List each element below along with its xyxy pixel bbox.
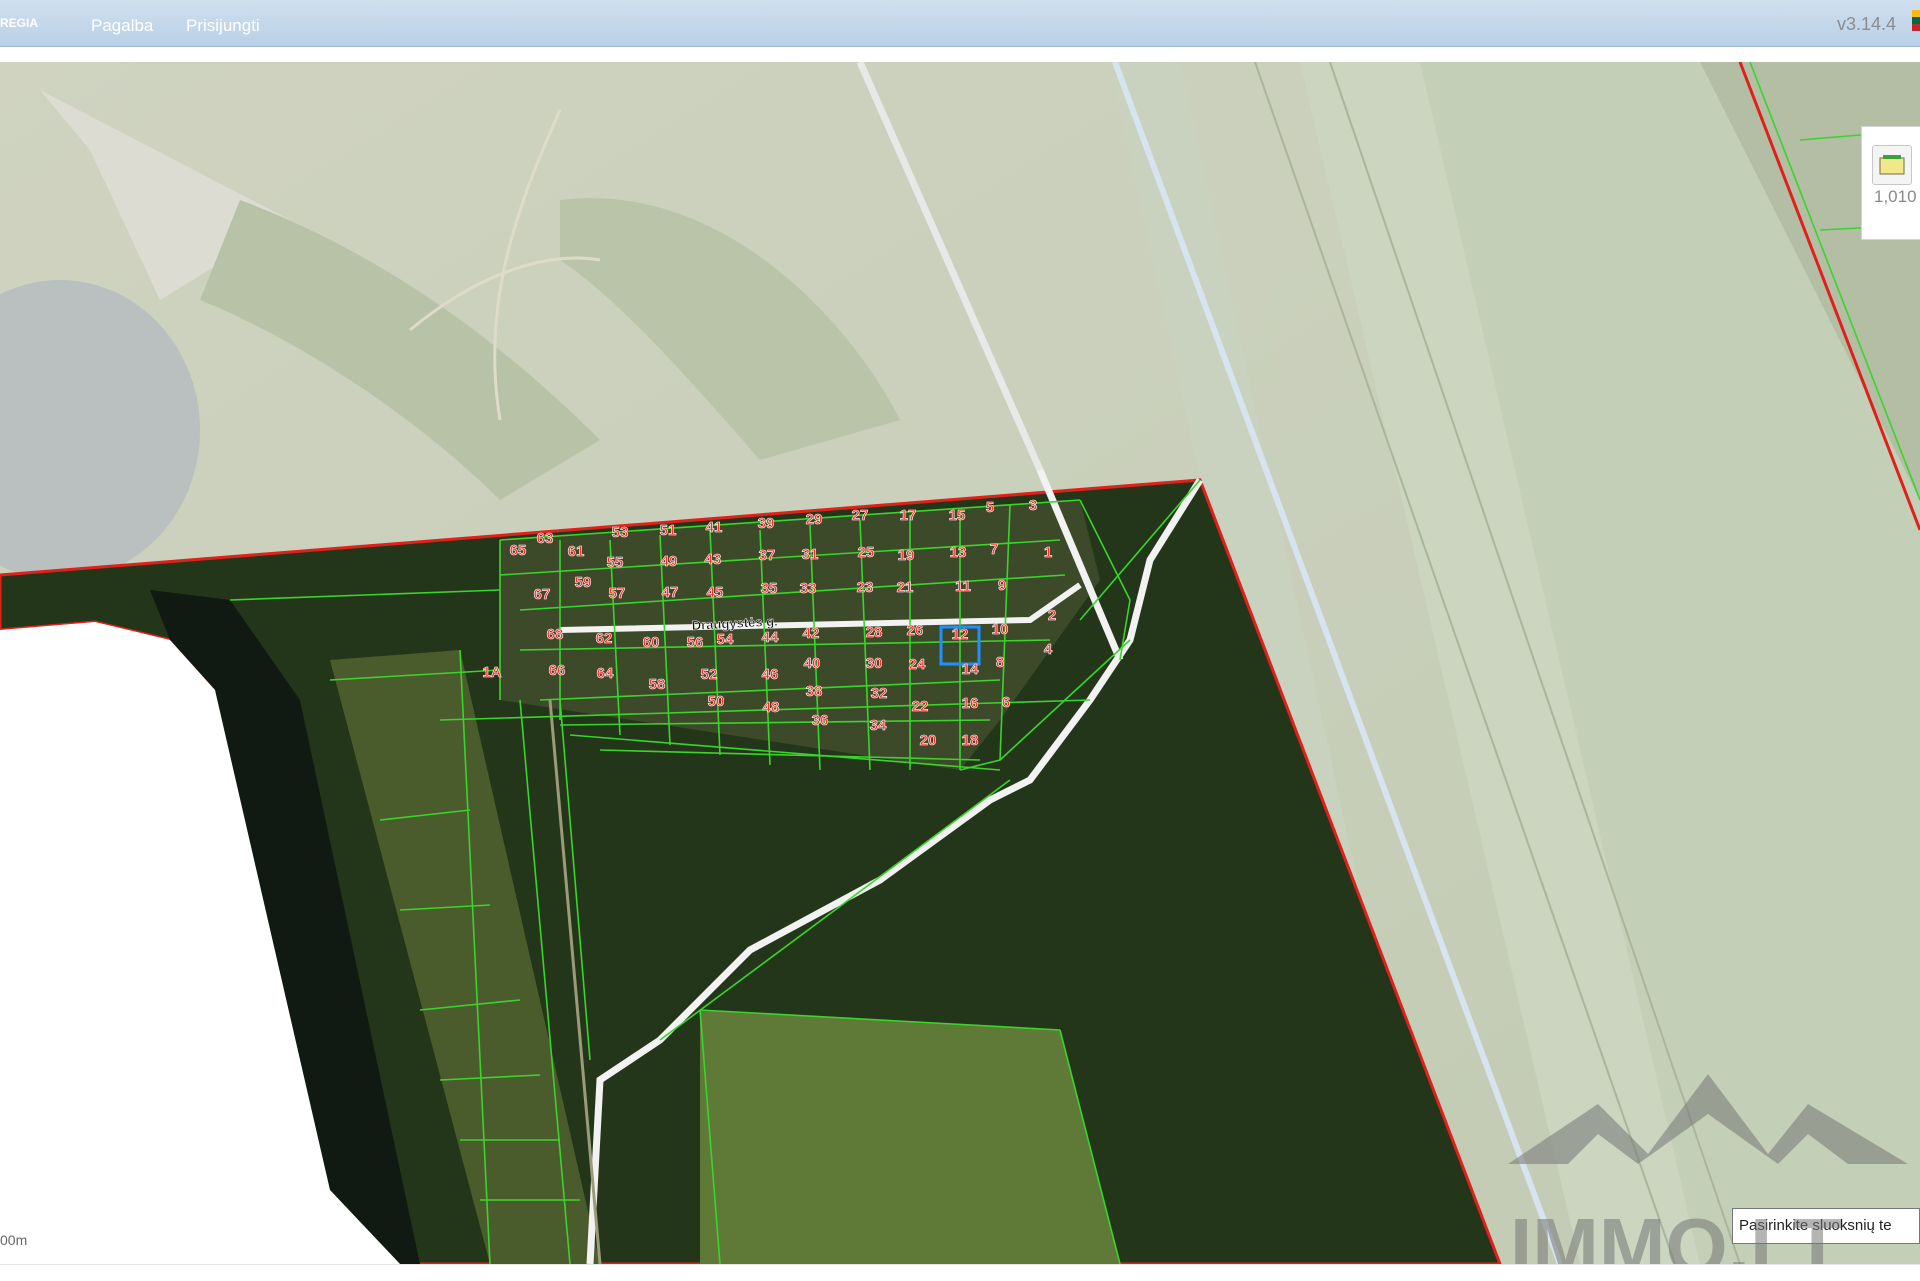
layer-panel: 1,010 (1861, 126, 1920, 240)
layers-icon (1879, 155, 1905, 175)
nav-help-link[interactable]: Pagalba (91, 16, 153, 36)
plot-number-3[interactable]: 3 (1029, 497, 1038, 515)
plot-number-53[interactable]: 53 (611, 524, 629, 542)
plot-number-2[interactable]: 2 (1048, 607, 1057, 625)
plot-number-43[interactable]: 43 (704, 551, 722, 569)
plot-number-30[interactable]: 30 (865, 655, 883, 673)
plot-number-42[interactable]: 42 (802, 625, 820, 643)
flag-stripe (1912, 17, 1920, 24)
plot-number-1[interactable]: 1 (1044, 544, 1053, 562)
map-canvas[interactable]: 1 2 3 4 5 6 7 8 9 10 11 12 13 14 15 16 17 18 19 20 21 22 23 24 2… (0, 62, 1920, 1264)
status-bar (0, 1264, 1920, 1281)
plot-number-55[interactable]: 55 (606, 554, 624, 572)
plot-number-54[interactable]: 54 (716, 631, 734, 649)
plot-number-18[interactable]: 18 (961, 732, 979, 750)
plot-number-41[interactable]: 41 (705, 519, 723, 537)
plot-number-6[interactable]: 6 (1002, 694, 1011, 712)
plot-number-1a[interactable]: 1A (482, 664, 502, 682)
layers-button[interactable] (1872, 145, 1912, 185)
app-header: REGIA Pagalba Prisijungti v3.14.4 (0, 0, 1920, 47)
plot-number-48[interactable]: 48 (762, 699, 780, 717)
plot-number-51[interactable]: 51 (659, 522, 677, 540)
plot-number-65[interactable]: 65 (509, 542, 527, 560)
toolbar-strip (0, 47, 1920, 62)
plot-number-36[interactable]: 36 (811, 712, 829, 730)
plot-number-60[interactable]: 60 (642, 634, 660, 652)
plot-number-8[interactable]: 8 (996, 654, 1005, 672)
plot-number-59[interactable]: 59 (574, 574, 592, 592)
plot-number-29[interactable]: 29 (805, 511, 823, 529)
plot-number-52[interactable]: 52 (700, 666, 718, 684)
plot-number-47[interactable]: 47 (661, 584, 679, 602)
plot-number-10[interactable]: 10 (991, 621, 1009, 639)
plot-number-62[interactable]: 62 (595, 630, 613, 648)
plot-number-68[interactable]: 68 (546, 626, 564, 644)
plot-number-49[interactable]: 49 (660, 553, 678, 571)
plot-number-9[interactable]: 9 (998, 577, 1007, 595)
plot-number-24[interactable]: 24 (908, 656, 926, 674)
plot-number-31[interactable]: 31 (801, 546, 819, 564)
flag-stripe (1912, 10, 1920, 17)
plot-number-46[interactable]: 46 (761, 666, 779, 684)
layer-count: 1,010 (1874, 187, 1917, 206)
plot-number-20[interactable]: 20 (919, 732, 937, 750)
version-label: v3.14.4 (1836, 14, 1896, 34)
plot-number-5[interactable]: 5 (986, 499, 995, 517)
field-south (700, 1010, 1120, 1264)
plot-number-23[interactable]: 23 (856, 579, 874, 597)
plot-number-35[interactable]: 35 (760, 580, 778, 598)
plot-number-25[interactable]: 25 (857, 544, 875, 562)
plot-number-44[interactable]: 44 (761, 629, 779, 647)
plot-number-11[interactable]: 11 (955, 578, 971, 596)
plot-number-39[interactable]: 39 (757, 515, 775, 533)
plot-number-21[interactable]: 21 (896, 579, 914, 597)
plot-number-13[interactable]: 13 (949, 544, 967, 562)
flag-stripe (1912, 24, 1920, 31)
plot-number-17[interactable]: 17 (899, 507, 917, 525)
plot-number-34[interactable]: 34 (869, 717, 887, 735)
plot-number-45[interactable]: 45 (706, 584, 724, 602)
scale-label: 00m (0, 1232, 28, 1248)
plot-number-33[interactable]: 33 (799, 580, 817, 598)
layer-select[interactable]: Pasirinkite sluoksnių te (1732, 1208, 1920, 1244)
app-logo[interactable]: REGIA (0, 16, 38, 30)
plot-number-22[interactable]: 22 (911, 698, 929, 716)
plot-number-32[interactable]: 32 (870, 685, 888, 703)
plot-number-16[interactable]: 16 (961, 695, 979, 713)
plot-number-64[interactable]: 64 (596, 665, 614, 683)
plot-number-66[interactable]: 66 (548, 662, 566, 680)
nav-login-link[interactable]: Prisijungti (186, 16, 260, 36)
plot-number-12[interactable]: 12 (951, 626, 969, 644)
plot-number-58[interactable]: 58 (648, 676, 666, 694)
language-flag-icon[interactable] (1912, 10, 1920, 32)
plot-number-57[interactable]: 57 (608, 585, 626, 603)
plot-number-28[interactable]: 28 (865, 624, 883, 642)
plot-number-38[interactable]: 38 (805, 683, 823, 701)
plot-number-26[interactable]: 26 (906, 622, 924, 640)
plot-number-50[interactable]: 50 (707, 693, 725, 711)
plot-number-7[interactable]: 7 (990, 541, 999, 559)
plot-number-27[interactable]: 27 (851, 507, 869, 525)
plot-number-61[interactable]: 61 (567, 543, 585, 561)
plot-number-56[interactable]: 56 (686, 634, 704, 652)
map-svg[interactable]: 1234567891011121314151617181920212223242… (0, 62, 1920, 1264)
plot-number-63[interactable]: 63 (536, 530, 554, 548)
plot-number-15[interactable]: 15 (948, 507, 966, 525)
plot-number-4[interactable]: 4 (1044, 641, 1054, 659)
plot-number-14[interactable]: 14 (961, 661, 979, 679)
plot-number-67[interactable]: 67 (533, 586, 551, 604)
plot-number-40[interactable]: 40 (803, 655, 821, 673)
plot-number-19[interactable]: 19 (897, 547, 915, 565)
plot-number-37[interactable]: 37 (758, 547, 776, 565)
